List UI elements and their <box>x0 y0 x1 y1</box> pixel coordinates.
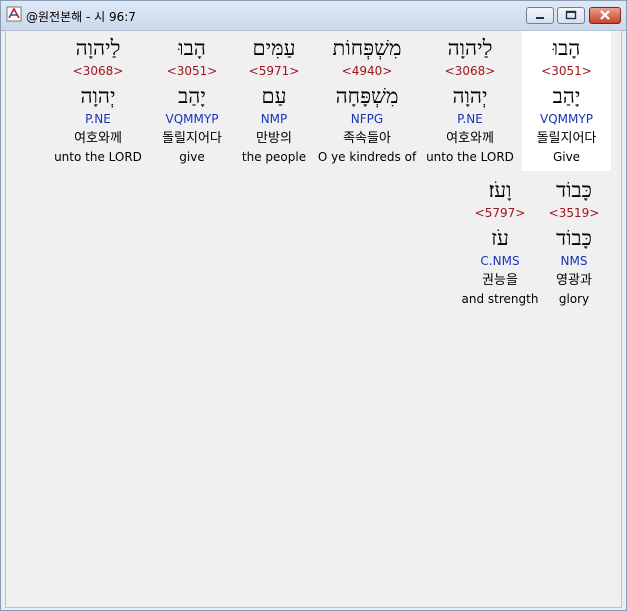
close-button[interactable] <box>589 7 621 24</box>
strong-number[interactable]: <3519> <box>536 206 612 221</box>
english-gloss: Give <box>552 150 581 164</box>
interlinear-view: הָבוּ <3051> יָהַב VQMMYP 돌릴지어다 Give לַי… <box>5 30 622 608</box>
morphology-code: P.NE <box>457 112 483 126</box>
title-bar[interactable]: @원전본해 - 시 96:7 <box>1 1 626 31</box>
morphology-code: NFPG <box>350 112 384 126</box>
word-cell[interactable]: הָבוּ <3051> יָהַב VQMMYP 돌릴지어다 Give <box>522 31 611 171</box>
hebrew-word: וָעֹז׃ <box>488 178 512 202</box>
strong-number[interactable]: <3051> <box>150 64 234 79</box>
morphology-code: C.NMS <box>480 254 520 268</box>
korean-gloss: 족속들아 <box>343 131 391 146</box>
word-cell[interactable]: לַיהוָה <3068> יְהוָה P.NE 여호와께 unto the… <box>422 31 518 171</box>
english-gloss: unto the LORD <box>426 150 514 164</box>
korean-gloss: 영광과 <box>556 273 592 288</box>
strong-number[interactable]: <3051> <box>522 64 611 79</box>
lexical-form: עֹז <box>491 226 509 250</box>
hebrew-word: עַמִּים <box>252 36 296 60</box>
morphology-code: NMS <box>560 254 588 268</box>
lexical-form: כָּבוֹד <box>556 226 592 250</box>
morphology-code: VQMMYP <box>165 112 219 126</box>
maximize-button[interactable] <box>557 7 585 24</box>
minimize-icon <box>536 17 544 19</box>
strong-number[interactable]: <5797> <box>460 206 540 221</box>
word-cell[interactable]: עַמִּים <5971> עַם NMP 만방의 the people <box>236 31 312 171</box>
english-gloss: O ye kindreds of <box>317 150 417 164</box>
korean-gloss: 돌릴지어다 <box>162 131 222 146</box>
strong-number[interactable]: <5971> <box>236 64 312 79</box>
window-title: @원전본해 - 시 96:7 <box>26 10 136 24</box>
word-cell[interactable]: הָבוּ <3051> יָהַב VQMMYP 돌릴지어다 give <box>150 31 234 171</box>
word-cell[interactable]: וָעֹז׃ <5797> עֹז C.NMS 권능을 and strength <box>460 173 540 313</box>
hebrew-word: הָבוּ <box>178 36 206 60</box>
maximize-icon <box>565 10 577 20</box>
morphology-code: P.NE <box>85 112 111 126</box>
english-gloss: give <box>179 150 205 164</box>
lexical-form: יָהַב <box>552 84 581 108</box>
word-cell[interactable]: מִשְׁפְּחוֹת <4940> מִשְׁפָּחָה NFPG 족속들… <box>314 31 420 171</box>
close-icon <box>600 10 610 20</box>
korean-gloss: 권능을 <box>482 273 518 288</box>
lexical-form: מִשְׁפָּחָה <box>335 84 399 108</box>
morphology-code: VQMMYP <box>540 112 593 126</box>
strong-number[interactable]: <3068> <box>50 64 146 79</box>
english-gloss: glory <box>558 292 590 306</box>
english-gloss: the people <box>241 150 307 164</box>
lexical-form: יְהוָה <box>452 84 488 108</box>
korean-gloss: 돌릴지어다 <box>536 131 597 146</box>
lexical-form: יְהוָה <box>80 84 116 108</box>
strong-number[interactable]: <3068> <box>422 64 518 79</box>
english-gloss: unto the LORD <box>54 150 142 164</box>
korean-gloss: 만방의 <box>256 131 292 146</box>
app-logo-icon <box>6 6 22 22</box>
minimize-button[interactable] <box>526 7 554 24</box>
hebrew-word: כָּבוֹד <box>556 178 592 202</box>
hebrew-word: לַיהוָה <box>447 36 493 60</box>
word-cell[interactable]: לַיהוָה <3068> יְהוָה P.NE 여호와께 unto the… <box>50 31 146 171</box>
korean-gloss: 여호와께 <box>446 131 494 146</box>
lexical-form: יָהַב <box>178 84 206 108</box>
hebrew-word: הָבוּ <box>552 36 581 60</box>
morphology-code: NMP <box>260 112 288 126</box>
korean-gloss: 여호와께 <box>74 131 122 146</box>
hebrew-word: לַיהוָה <box>75 36 121 60</box>
hebrew-word: מִשְׁפְּחוֹת <box>332 36 402 60</box>
word-cell[interactable]: כָּבוֹד <3519> כָּבוֹד NMS 영광과 glory <box>536 173 612 313</box>
strong-number[interactable]: <4940> <box>314 64 420 79</box>
lexical-form: עַם <box>261 84 287 108</box>
app-window: @원전본해 - 시 96:7 הָבוּ <3051> יָהַב VQMMYP… <box>0 0 627 611</box>
english-gloss: and strength <box>461 292 539 306</box>
